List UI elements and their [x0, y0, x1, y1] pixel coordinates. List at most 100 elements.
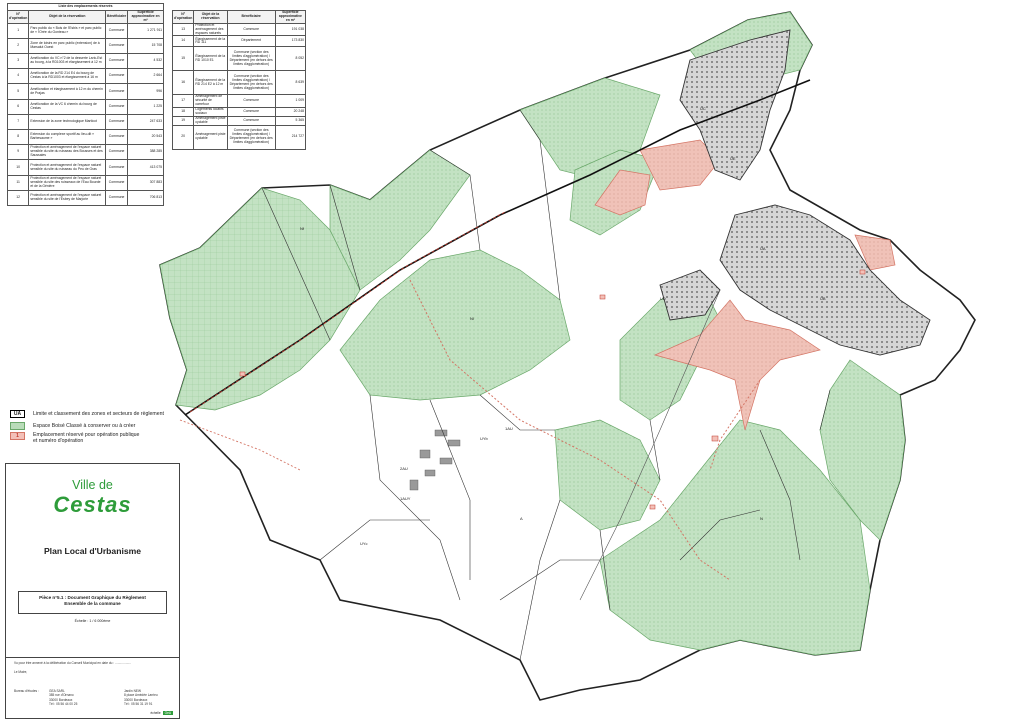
- table2-row: 16 Élargissement de la RD 214 E2 à 12 m Co…: [171, 70, 307, 96]
- table1-cell-object: Protection et aménagement de l'espace na…: [28, 144, 106, 161]
- table1-cell-area: 1 225: [127, 98, 164, 115]
- zone-label: UE: [730, 156, 736, 161]
- table1-cell-area: 247 633: [127, 113, 164, 131]
- scale-tag: échelle GeA: [151, 711, 173, 715]
- ville-de-label: Ville de: [72, 478, 113, 492]
- table1-cell-object: Extension du complexe sportif au lieu-di…: [28, 129, 106, 146]
- table1-header-beneficiary: Bénéficiaire: [104, 10, 129, 24]
- table2-cell-area: 20 248: [274, 107, 307, 117]
- table2-row: 19 Aménagement piste cyclable Commune 5 365: [171, 115, 307, 126]
- bureau-address: GEA SARL 385 rue d'Ornano 33000 Bordeaux…: [49, 689, 77, 706]
- gea-logo: GeA: [162, 711, 173, 715]
- jardin-address-line: Tél : 05 56 31 19 91: [124, 701, 153, 706]
- table1-cell-area: 996: [127, 83, 164, 100]
- table2-cell-beneficiary: Commune: [226, 107, 276, 117]
- table1-header-num: N° d'opération: [6, 10, 30, 24]
- table2-row: 17 Aménagement de sécurité de carrefour Co…: [171, 94, 307, 109]
- table2-cell-num: 17: [171, 94, 195, 109]
- table2-cell-area: 8 639: [274, 70, 307, 96]
- table2-cell-object: Aménagement piste cyclable: [193, 115, 228, 126]
- table1-cell-beneficiary: Commune: [104, 174, 129, 191]
- table1-cell-object: Amélioration de la RD 214 E4 du bourg de…: [28, 68, 106, 85]
- zone-label: UC: [700, 106, 706, 111]
- table1-cell-area: 4 532: [127, 53, 164, 70]
- table2-cell-area: 214 727: [274, 124, 307, 150]
- table2-cell-object: Aménagement de sécurité de carrefour: [193, 94, 228, 109]
- jardin-address-line: 8 place Amédée Larrieu: [124, 693, 158, 698]
- table1-cell-beneficiary: Commune: [104, 83, 129, 100]
- table1-cell-num: 4: [6, 68, 30, 85]
- table1-cell-area: 307 883: [127, 174, 164, 191]
- table2-cell-object: Élargissement de la RD 214 E2 à 12 m: [193, 70, 228, 96]
- zone-label: A: [520, 516, 523, 521]
- table2-cell-area: 1 009: [274, 94, 307, 109]
- table1-row: 11 Protection et aménagement de l'espace …: [6, 174, 164, 191]
- table1-cell-object: Parc public du « Bois de l'Esbis » et pa…: [28, 22, 106, 39]
- zone-label: N: [760, 516, 763, 521]
- table2-cell-num: 20: [171, 124, 195, 150]
- table2-cell-area: 191 038: [274, 22, 307, 37]
- table1-row: 10 Protection et aménagement de l'espace …: [6, 159, 164, 176]
- table2-row: 20 Aménagement piste cyclable Commune (sec…: [171, 124, 307, 150]
- reserved-locations-table-2: N° d'opération Objet de la réservation B…: [171, 10, 307, 150]
- cestas-logo: Cestas: [53, 492, 132, 517]
- table2-cell-object: Élargissement de la RD 111: [193, 35, 228, 48]
- table1-cell-num: 2: [6, 37, 30, 55]
- table2-cell-beneficiary: Commune (section des limites d'aggloméra…: [226, 70, 276, 96]
- table1-cell-beneficiary: Commune: [104, 22, 129, 39]
- table1-cell-num: 9: [6, 144, 30, 161]
- table2-header-num: N° d'opération: [171, 10, 195, 24]
- zone-label: UYc: [360, 541, 368, 546]
- table1-cell-beneficiary: Commune: [104, 144, 129, 161]
- table2-row: 13 Protection et aménagement des espaces …: [171, 22, 307, 37]
- table1-body: 1 Parc public du « Bois de l'Esbis » et p…: [6, 22, 164, 206]
- scale-label: Échelle : 1 / 6 000ème: [74, 619, 111, 623]
- table2-header-area: Superficie approximative en m²: [274, 10, 307, 24]
- divider: [6, 657, 179, 658]
- table2-cell-area: 5 365: [274, 115, 307, 126]
- table1-cell-object: Extension de la zone technologique Marti…: [28, 113, 106, 131]
- table2-cell-area: 173 830: [274, 35, 307, 48]
- bureau-address-line: 385 rue d'Ornano: [49, 693, 74, 698]
- map-legend: UA Limite et classement des zones et sec…: [10, 408, 260, 452]
- zone-label: 2AU: [400, 466, 408, 471]
- bureau-address-line: Tél : 05 56 44 00 25: [49, 701, 78, 706]
- zone-limit-swatch: UA: [10, 410, 25, 418]
- table1-cell-object: Amélioration de la VC 6 chemin du bourg …: [28, 98, 106, 115]
- table1-cell-beneficiary: Commune: [104, 159, 129, 176]
- table1-header-object: Objet de la réservation: [28, 10, 106, 24]
- table2-cell-object: Aménagement piste cyclable: [193, 124, 228, 150]
- table1-cell-area: 15 708: [127, 37, 164, 55]
- table1-cell-object: Amélioration du VC n°2 de la desserte La…: [28, 53, 106, 70]
- legend-ebc: Espace Boisé Classé à conserver ou à cré…: [10, 420, 260, 432]
- table1-cell-area: 20 543: [127, 129, 164, 146]
- table1-row: 4 Amélioration de la RD 214 E4 du bourg d…: [6, 68, 164, 85]
- table1-row: 6 Amélioration de la VC 6 chemin du bourg…: [6, 98, 164, 115]
- table1-row: 2 Zone de loisirs en parc public (extensi…: [6, 37, 164, 55]
- zone-label: Nl: [470, 316, 474, 321]
- table1-cell-num: 12: [6, 189, 30, 206]
- table1-row: 12 Protection et aménagement de l'espace …: [6, 189, 164, 206]
- table1-cell-num: 8: [6, 129, 30, 146]
- piece-line-2: Ensemble de la commune: [64, 600, 121, 606]
- table1-header-area: Superficie approximative en m²: [127, 10, 164, 24]
- table1-cell-area: 2 664: [127, 68, 164, 85]
- table1-cell-beneficiary: Commune: [104, 53, 129, 70]
- table2-cell-num: 15: [171, 46, 195, 72]
- mayor-label: Le Maire,: [14, 670, 28, 674]
- table2-cell-num: 19: [171, 115, 195, 126]
- table1-row: 1 Parc public du « Bois de l'Esbis » et p…: [6, 22, 164, 39]
- bureau-label: Bureau d'études :: [14, 689, 39, 693]
- table2-cell-beneficiary: Commune: [226, 94, 276, 109]
- table1-row: 3 Amélioration du VC n°2 de la desserte L…: [6, 53, 164, 70]
- table1-cell-beneficiary: Commune: [104, 37, 129, 55]
- table2-cell-num: 18: [171, 107, 195, 117]
- table2-header-object: Objet de la réservation: [193, 10, 228, 24]
- piece-box: Pièce n°5.1 : Document Graphique du Règl…: [18, 591, 167, 614]
- legend-ebc-label: Espace Boisé Classé à conserver ou à cré…: [33, 423, 136, 429]
- table1-cell-area: 413 075: [127, 159, 164, 176]
- table2-cell-beneficiary: Commune: [226, 22, 276, 37]
- table1-cell-num: 6: [6, 98, 30, 115]
- table2-cell-object: Élargissement de la RD 1010 E1: [193, 46, 228, 72]
- table1-cell-beneficiary: Commune: [104, 129, 129, 146]
